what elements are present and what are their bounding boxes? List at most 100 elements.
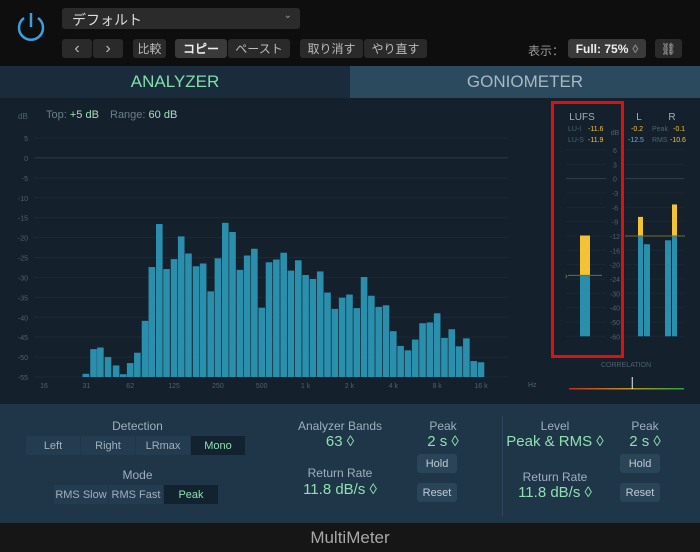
spectrum-bar	[302, 275, 309, 377]
y-tick-label: 0	[24, 156, 28, 163]
lufs-bar-low	[580, 275, 590, 337]
view-select[interactable]: Full: 75% ◊	[568, 39, 646, 58]
l-peak-bar-high	[638, 216, 643, 236]
r-peak-value: -0.1	[673, 126, 685, 133]
undo-button[interactable]: 取り消す	[300, 39, 363, 58]
spectrum-bar	[82, 373, 90, 377]
detection-mono[interactable]: Mono	[191, 436, 245, 455]
spectrum-bar	[477, 362, 485, 377]
spectrum-bar	[316, 271, 324, 377]
spectrum-bar	[470, 361, 477, 377]
spectrum-bar	[134, 352, 141, 377]
mode-rms-slow[interactable]: RMS Slow	[54, 485, 108, 504]
spectrum-bar	[155, 224, 163, 377]
peak-select[interactable]: 2 s ◊	[418, 433, 468, 450]
peak-2-select[interactable]: 2 s ◊	[620, 433, 670, 450]
spectrum-bar	[382, 305, 390, 377]
link-icon: ⛓	[660, 41, 677, 56]
peak-label: Peak	[652, 126, 668, 133]
mode-peak[interactable]: Peak	[164, 485, 218, 504]
spectrum-bar	[397, 345, 404, 377]
y-tick-label: -45	[18, 335, 28, 342]
view-value: Full: 75%	[575, 41, 629, 56]
return-rate-select[interactable]: 11.8 dB/s ◊	[285, 481, 395, 498]
spectrum-bar	[251, 248, 258, 377]
reset-2-button[interactable]: Reset	[620, 483, 660, 502]
spectrum-bar	[419, 323, 426, 377]
scale-label: -20	[610, 263, 620, 270]
next-preset-button[interactable]: ›	[93, 39, 123, 58]
spectrum-bar	[243, 255, 251, 377]
spectrum-bar	[229, 232, 236, 377]
power-icon[interactable]	[14, 10, 48, 44]
y-tick-label: -5	[22, 176, 28, 183]
spectrum-bar	[411, 339, 419, 377]
link-button[interactable]: ⛓	[655, 39, 682, 58]
tab-analyzer[interactable]: ANALYZER	[0, 66, 350, 98]
copy-button[interactable]: コピー	[175, 39, 227, 58]
mode-label: Mode	[122, 468, 153, 482]
lu-s-label: LU-S	[568, 137, 584, 144]
scale-label: -16	[610, 248, 620, 255]
spectrum-bar	[214, 258, 222, 377]
tab-label: ANALYZER	[130, 72, 220, 91]
scale-label: -12	[610, 234, 620, 241]
spectrum-bar	[294, 260, 302, 377]
y-tick-label: -25	[18, 256, 28, 263]
plugin-title: MultiMeter	[310, 528, 390, 547]
bands-label: Analyzer Bands	[297, 419, 383, 433]
level-label: Level	[540, 419, 570, 433]
compare-button[interactable]: 比較	[133, 39, 166, 58]
hz-unit: Hz	[528, 382, 537, 389]
scale-label: -50	[610, 320, 620, 327]
lu-i-label: LU-I	[568, 126, 581, 133]
hold-button[interactable]: Hold	[417, 454, 457, 473]
scale-label: -24	[610, 277, 620, 284]
y-tick-label: -30	[18, 275, 28, 282]
return-rate-2-select[interactable]: 11.8 dB/s ◊	[500, 484, 610, 501]
spectrum-bar	[185, 253, 192, 377]
spectrum-bar	[338, 297, 346, 377]
peak-2-label: Peak	[631, 419, 659, 433]
bands-select[interactable]: 63 ◊	[290, 433, 390, 450]
spectrum-bar	[148, 267, 156, 377]
l-title: L	[636, 112, 642, 123]
x-tick-label: 62	[126, 383, 134, 390]
prev-preset-button[interactable]: ‹	[62, 39, 92, 58]
spectrum-bar	[221, 222, 229, 377]
return-rate-label: Return Rate	[307, 466, 373, 480]
spectrum-bar	[207, 291, 214, 377]
hold-2-button[interactable]: Hold	[620, 454, 660, 473]
y-tick-label: -40	[18, 315, 28, 322]
analyzer-panel: dB Top: +5 dB Range: 60 dB 5 0 -5 -10 -15 -20…	[0, 98, 700, 404]
l-rms-bar	[644, 244, 650, 337]
spectrum-chart: 5 0 -5 -10 -15 -20 -25 -30 -35 -40 -45 -50 -55 16 31 62…	[18, 136, 537, 390]
tab-goniometer[interactable]: GONIOMETER	[350, 66, 700, 98]
reset-button[interactable]: Reset	[417, 483, 457, 502]
spectrum-bar	[90, 349, 97, 377]
spectrum-bar	[112, 365, 120, 377]
spectrum-bar	[375, 306, 382, 377]
preset-name: デフォルト	[72, 12, 142, 28]
l-rms-value: -12.5	[628, 137, 644, 144]
scale-label: 6	[613, 148, 617, 155]
detection-left[interactable]: Left	[26, 436, 80, 455]
redo-button[interactable]: やり直す	[364, 39, 427, 58]
spectrum-bar	[199, 263, 207, 377]
level-select[interactable]: Peak & RMS ◊	[500, 433, 610, 450]
detection-right[interactable]: Right	[81, 436, 135, 455]
mode-rms-fast[interactable]: RMS Fast	[109, 485, 163, 504]
y-tick-label: -10	[18, 196, 28, 203]
paste-button[interactable]: ペースト	[228, 39, 290, 58]
spectrum-bar	[389, 331, 397, 377]
scale-label: -6	[612, 205, 618, 212]
spectrum-bar	[273, 259, 280, 377]
r-rms-bar	[665, 240, 671, 337]
spectrum-bar	[331, 308, 339, 377]
detection-lrmax[interactable]: LRmax	[136, 436, 190, 455]
spectrum-bar	[433, 313, 441, 377]
controls-panel: Detection Left Right LRmax Mono Mode RMS Sl…	[0, 404, 700, 523]
scale-label: 3	[613, 162, 617, 169]
preset-menu[interactable]: デフォルト ⌄	[62, 8, 300, 29]
x-tick-label: 250	[212, 383, 224, 390]
